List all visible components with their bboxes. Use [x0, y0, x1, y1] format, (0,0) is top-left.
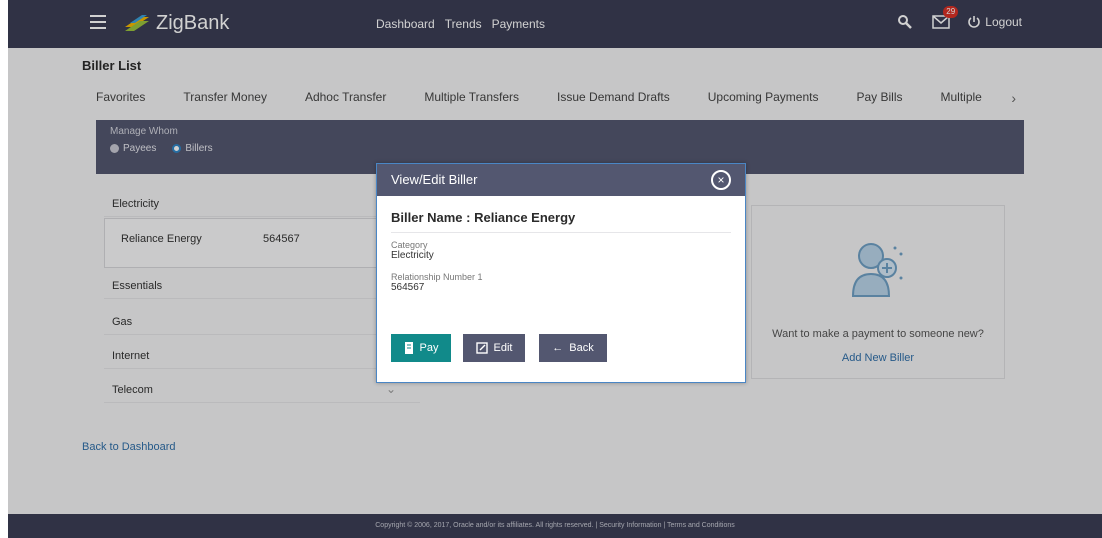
- bill-icon: [404, 342, 413, 354]
- edit-button[interactable]: Edit: [463, 334, 525, 362]
- category-label: Category: [391, 240, 428, 250]
- category-value: Electricity: [391, 250, 434, 261]
- back-label: Back: [569, 342, 594, 354]
- relationship-value: 564567: [391, 282, 425, 293]
- modal-biller-name: Biller Name : Reliance Energy: [391, 210, 576, 225]
- edit-icon: [475, 342, 488, 354]
- arrow-left-icon: ←: [552, 342, 564, 354]
- modal-title: View/Edit Biller: [391, 172, 478, 187]
- modal-header: View/Edit Biller ×: [377, 164, 745, 196]
- view-edit-biller-modal: View/Edit Biller × Biller Name : Relianc…: [376, 163, 746, 383]
- pay-button[interactable]: Pay: [391, 334, 451, 362]
- back-button[interactable]: ← Back: [539, 334, 607, 362]
- pay-label: Pay: [419, 342, 439, 354]
- edit-label: Edit: [493, 342, 513, 354]
- close-icon[interactable]: ×: [711, 170, 731, 190]
- relationship-label: Relationship Number 1: [391, 272, 483, 282]
- divider: [391, 232, 731, 233]
